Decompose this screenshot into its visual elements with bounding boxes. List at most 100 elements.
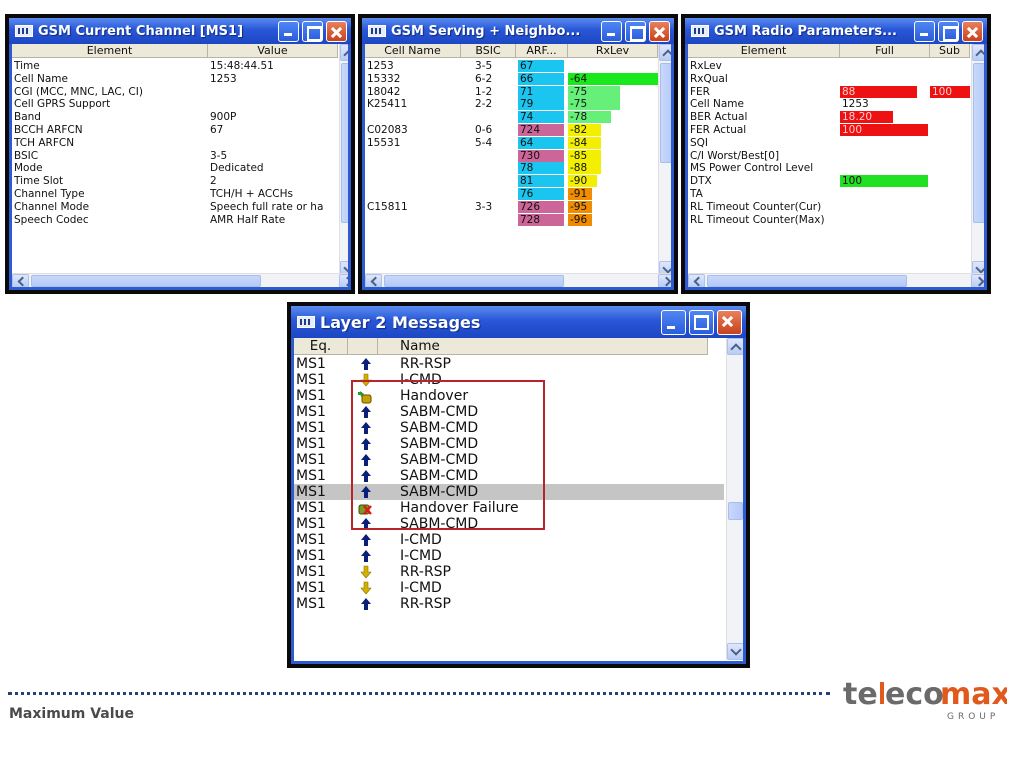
- minimize-button[interactable]: [278, 20, 299, 42]
- message-row[interactable]: MS1 RR-RSP: [294, 356, 724, 372]
- table-row[interactable]: 15332 6-2 66 -64: [365, 72, 663, 85]
- column-header-name[interactable]: Name: [378, 338, 708, 355]
- maximize-button[interactable]: [625, 20, 646, 42]
- close-button[interactable]: [326, 20, 347, 42]
- table-row[interactable]: RL Timeout Counter(Max): [688, 214, 970, 226]
- maximize-button[interactable]: [689, 309, 714, 335]
- table-row[interactable]: BSIC 3-5: [12, 150, 338, 162]
- table-row[interactable]: Cell GPRS Support: [12, 98, 338, 110]
- title-bar[interactable]: Layer 2 Messages: [291, 306, 746, 338]
- table-row[interactable]: TA: [688, 188, 970, 200]
- title-bar[interactable]: GSM Serving + Neighbo...: [362, 18, 674, 44]
- scroll-up-icon[interactable]: [659, 44, 671, 61]
- table-row[interactable]: Time 15:48:44.51: [12, 60, 338, 72]
- minimize-button[interactable]: [914, 20, 935, 42]
- close-button[interactable]: [717, 309, 742, 335]
- scroll-thumb[interactable]: [660, 63, 671, 163]
- maximize-button[interactable]: [302, 20, 323, 42]
- column-header-full[interactable]: Full: [840, 44, 930, 58]
- vertical-scrollbar[interactable]: [726, 338, 743, 660]
- scroll-right-icon[interactable]: [971, 274, 984, 287]
- column-header-icon[interactable]: [348, 338, 378, 355]
- table-row[interactable]: 76 -91: [365, 188, 657, 200]
- column-header-bsic[interactable]: BSIC: [461, 44, 516, 58]
- message-row[interactable]: MS1 RR-RSP: [294, 564, 724, 580]
- rxlev-cell: -90: [570, 175, 588, 188]
- eq-cell: MS1: [296, 532, 326, 548]
- table-row[interactable]: Channel Mode Speech full rate or ha: [12, 201, 338, 213]
- table-row[interactable]: C15811 3-3 726 -95: [365, 200, 657, 213]
- table-row[interactable]: Cell Name 1253: [688, 98, 970, 110]
- horizontal-scrollbar[interactable]: [12, 273, 348, 287]
- scroll-down-icon[interactable]: [727, 643, 743, 660]
- scroll-up-icon[interactable]: [340, 44, 348, 61]
- column-header-cell-name[interactable]: Cell Name: [365, 44, 461, 58]
- table-row[interactable]: MS Power Control Level: [688, 162, 970, 174]
- table-row[interactable]: 18042 1-2 71 -75: [365, 85, 657, 98]
- table-row[interactable]: FER 88 100: [688, 85, 970, 98]
- table-row[interactable]: DTX 100: [688, 175, 970, 188]
- column-header-element[interactable]: Element: [688, 44, 840, 58]
- column-header-element[interactable]: Element: [12, 44, 208, 58]
- vertical-scrollbar[interactable]: [658, 44, 671, 278]
- table-row[interactable]: Speech Codec AMR Half Rate: [12, 214, 338, 226]
- table-row[interactable]: RxQual: [688, 73, 970, 85]
- table-row[interactable]: RxLev: [688, 60, 970, 72]
- table-row[interactable]: CGI (MCC, MNC, LAC, CI): [12, 86, 338, 98]
- scroll-thumb[interactable]: [728, 502, 743, 520]
- table-row[interactable]: C/I Worst/Best[0]: [688, 150, 970, 162]
- column-header-arfcn[interactable]: ARF...: [516, 44, 568, 58]
- message-row[interactable]: MS1 RR-RSP: [294, 596, 724, 612]
- table-row[interactable]: FER Actual 100: [688, 124, 970, 136]
- column-header-sub[interactable]: Sub: [930, 44, 970, 58]
- table-row[interactable]: 728 -96: [365, 213, 657, 226]
- title-bar[interactable]: GSM Radio Parameters...: [685, 18, 987, 44]
- table-row[interactable]: BER Actual 18.20: [688, 111, 970, 124]
- maximize-button[interactable]: [938, 20, 959, 42]
- vertical-scrollbar[interactable]: [971, 44, 984, 278]
- column-header-eq[interactable]: Eq.: [294, 338, 348, 355]
- title-bar[interactable]: GSM Current Channel [MS1]: [9, 18, 351, 44]
- close-button[interactable]: [962, 20, 983, 42]
- vertical-scrollbar[interactable]: [339, 44, 348, 278]
- table-row[interactable]: C02083 0-6 724 -82: [365, 124, 657, 136]
- table-row[interactable]: Time Slot 2: [12, 175, 338, 187]
- table-row[interactable]: 15531 5-4 64 -84: [365, 136, 657, 149]
- column-header-value[interactable]: Value: [208, 44, 338, 58]
- table-row[interactable]: 74 -78: [365, 111, 657, 124]
- scroll-thumb[interactable]: [341, 63, 348, 223]
- scroll-up-icon[interactable]: [972, 44, 984, 61]
- minimize-button[interactable]: [601, 20, 622, 42]
- table-row[interactable]: K25411 2-2 79 -75: [365, 98, 657, 111]
- minimize-button[interactable]: [661, 309, 686, 335]
- table-row[interactable]: Mode Dedicated: [12, 162, 338, 174]
- table-row[interactable]: 730 -85: [365, 149, 657, 162]
- scroll-up-icon[interactable]: [727, 338, 743, 355]
- scroll-left-icon[interactable]: [365, 274, 382, 287]
- horizontal-scrollbar[interactable]: [365, 273, 671, 287]
- table-row[interactable]: TCH ARFCN: [12, 137, 338, 149]
- scroll-thumb[interactable]: [384, 275, 564, 287]
- scroll-right-icon[interactable]: [339, 274, 348, 287]
- column-header-rxlev[interactable]: RxLev: [568, 44, 658, 58]
- table-row[interactable]: 78 -88: [365, 162, 657, 175]
- table-row[interactable]: BCCH ARFCN 67: [12, 124, 338, 136]
- table-row[interactable]: 81 -90: [365, 175, 657, 188]
- message-row[interactable]: MS1 I-CMD: [294, 532, 724, 548]
- scroll-right-icon[interactable]: [658, 274, 671, 287]
- table-row[interactable]: SQI: [688, 137, 970, 149]
- scroll-thumb[interactable]: [707, 275, 907, 287]
- message-row[interactable]: MS1 I-CMD: [294, 548, 724, 564]
- scroll-thumb[interactable]: [31, 275, 261, 287]
- scroll-left-icon[interactable]: [12, 274, 29, 287]
- table-row[interactable]: Channel Type TCH/H + ACCHs: [12, 188, 338, 200]
- table-row[interactable]: Cell Name 1253: [12, 73, 338, 85]
- table-row[interactable]: Band 900P: [12, 111, 338, 123]
- message-row[interactable]: MS1 I-CMD: [294, 580, 724, 596]
- scroll-thumb[interactable]: [973, 63, 984, 223]
- table-row[interactable]: RL Timeout Counter(Cur): [688, 201, 970, 213]
- horizontal-scrollbar[interactable]: [688, 273, 984, 287]
- table-row[interactable]: 1253 3-5 67: [365, 60, 657, 72]
- scroll-left-icon[interactable]: [688, 274, 705, 287]
- close-button[interactable]: [649, 20, 670, 42]
